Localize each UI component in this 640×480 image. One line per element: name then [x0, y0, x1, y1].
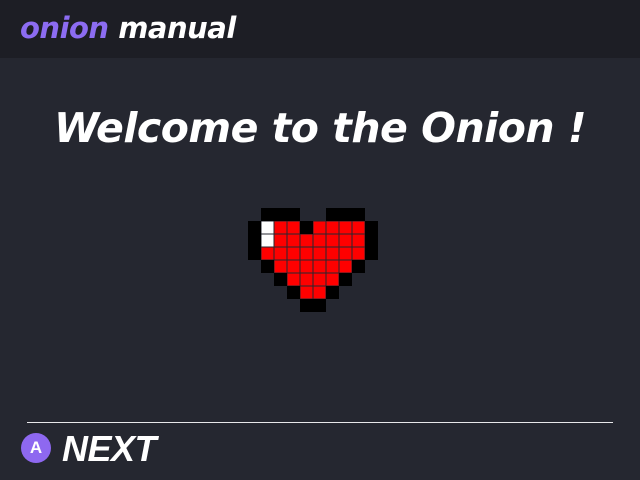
- manual-screen: onion manual Welcome to the Onion ! A NE…: [0, 0, 640, 480]
- heart-pixel: [339, 221, 352, 234]
- heart-pixel: [274, 260, 287, 273]
- app-title-brand: onion: [20, 11, 109, 45]
- heart-pixel: [261, 208, 274, 221]
- pixel-heart-icon: [248, 208, 378, 312]
- heart-pixel: [339, 273, 352, 286]
- heart-pixel: [313, 273, 326, 286]
- heart-pixel: [365, 247, 378, 260]
- heart-pixel: [326, 247, 339, 260]
- heart-pixel: [261, 234, 274, 247]
- heart-pixel: [352, 260, 365, 273]
- heart-pixel: [300, 273, 313, 286]
- heart-pixel: [300, 221, 313, 234]
- heart-pixel: [352, 208, 365, 221]
- heart-pixel: [352, 247, 365, 260]
- heart-pixel: [326, 208, 339, 221]
- heart-pixel: [248, 234, 261, 247]
- heart-pixel: [365, 234, 378, 247]
- heart-pixel: [248, 247, 261, 260]
- heart-pixel: [313, 286, 326, 299]
- heart-pixel: [261, 221, 274, 234]
- app-title: onion manual: [20, 9, 236, 47]
- heart-pixel: [326, 286, 339, 299]
- heart-pixel: [326, 273, 339, 286]
- welcome-heading: Welcome to the Onion !: [53, 104, 587, 152]
- heart-pixel: [300, 234, 313, 247]
- heart-pixel: [287, 260, 300, 273]
- heart-pixel: [274, 247, 287, 260]
- heart-pixel: [326, 260, 339, 273]
- heart-pixel: [287, 247, 300, 260]
- app-title-rest: manual: [118, 11, 236, 45]
- heart-pixel: [274, 221, 287, 234]
- heart-pixel: [287, 286, 300, 299]
- heart-pixel: [261, 247, 274, 260]
- heart-pixel: [352, 234, 365, 247]
- heart-pixel: [300, 247, 313, 260]
- heart-pixel: [313, 247, 326, 260]
- footer-divider: [27, 422, 613, 423]
- heart-pixel: [313, 260, 326, 273]
- heart-pixel: [300, 299, 313, 312]
- heart-pixel: [326, 221, 339, 234]
- heart-pixel: [261, 260, 274, 273]
- heart-pixel: [300, 260, 313, 273]
- heart-pixel: [274, 208, 287, 221]
- heart-pixel: [287, 273, 300, 286]
- heart-pixel: [248, 221, 261, 234]
- heart-pixel: [365, 221, 378, 234]
- heart-pixel: [339, 247, 352, 260]
- heart-pixel: [313, 234, 326, 247]
- next-button[interactable]: NEXT: [62, 428, 157, 470]
- heart-pixel: [274, 234, 287, 247]
- heart-pixel: [352, 221, 365, 234]
- heart-pixel: [313, 299, 326, 312]
- heart-pixel: [339, 208, 352, 221]
- heart-pixel: [287, 234, 300, 247]
- heart-pixel: [326, 234, 339, 247]
- heart-pixel: [300, 286, 313, 299]
- heart-pixel: [274, 273, 287, 286]
- heart-pixel: [287, 208, 300, 221]
- a-button-icon[interactable]: A: [21, 433, 51, 463]
- heart-pixel: [339, 234, 352, 247]
- heart-pixel: [313, 221, 326, 234]
- header-bar: onion manual: [0, 0, 640, 58]
- heart-pixel: [287, 221, 300, 234]
- heart-pixel: [339, 260, 352, 273]
